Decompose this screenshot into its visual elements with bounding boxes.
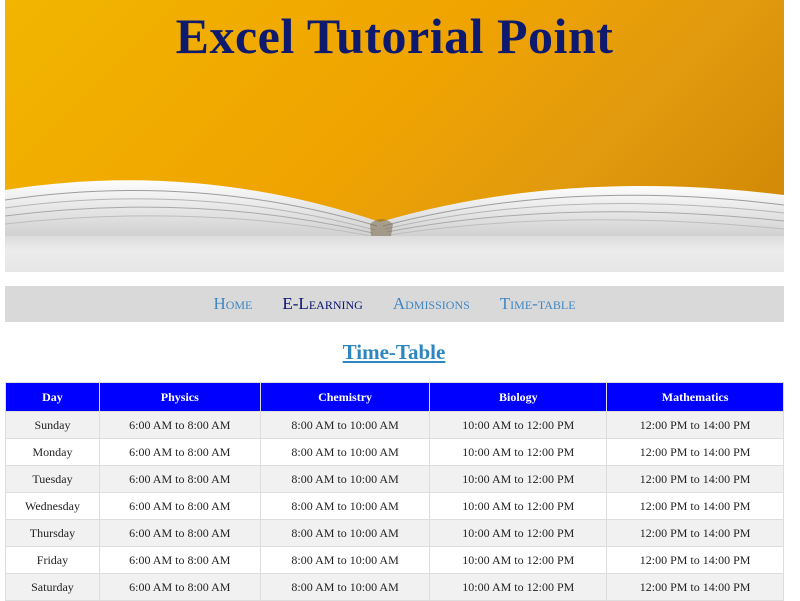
cell-day: Friday bbox=[5, 546, 100, 574]
cell-chemistry: 8:00 AM to 10:00 AM bbox=[259, 438, 431, 466]
cell-physics: 6:00 AM to 8:00 AM bbox=[98, 411, 261, 439]
cell-day: Monday bbox=[5, 438, 100, 466]
table-row: Saturday 6:00 AM to 8:00 AM 8:00 AM to 1… bbox=[5, 573, 784, 601]
cell-day: Wednesday bbox=[5, 492, 100, 520]
nav-admissions[interactable]: Admissions bbox=[391, 294, 472, 314]
cell-day: Sunday bbox=[5, 411, 100, 439]
header-biology: Biology bbox=[429, 382, 608, 412]
cell-chemistry: 8:00 AM to 10:00 AM bbox=[259, 492, 431, 520]
cell-biology: 10:00 AM to 12:00 PM bbox=[429, 573, 608, 601]
cell-chemistry: 8:00 AM to 10:00 AM bbox=[259, 411, 431, 439]
table-header-row: Day Physics Chemistry Biology Mathematic… bbox=[5, 382, 784, 412]
cell-biology: 10:00 AM to 12:00 PM bbox=[429, 492, 608, 520]
cell-physics: 6:00 AM to 8:00 AM bbox=[98, 492, 261, 520]
navbar: Home E-Learning Admissions Time-table bbox=[5, 286, 784, 322]
cell-mathematics: 12:00 PM to 14:00 PM bbox=[606, 519, 784, 547]
cell-physics: 6:00 AM to 8:00 AM bbox=[98, 519, 261, 547]
header-banner: Excel Tutorial Point bbox=[5, 0, 784, 272]
cell-mathematics: 12:00 PM to 14:00 PM bbox=[606, 411, 784, 439]
cell-chemistry: 8:00 AM to 10:00 AM bbox=[259, 465, 431, 493]
nav-time-table[interactable]: Time-table bbox=[498, 294, 578, 314]
cell-day: Tuesday bbox=[5, 465, 100, 493]
cell-biology: 10:00 AM to 12:00 PM bbox=[429, 519, 608, 547]
site-title: Excel Tutorial Point bbox=[175, 8, 614, 64]
timetable: Day Physics Chemistry Biology Mathematic… bbox=[5, 382, 784, 601]
cell-biology: 10:00 AM to 12:00 PM bbox=[429, 546, 608, 574]
table-row: Tuesday 6:00 AM to 8:00 AM 8:00 AM to 10… bbox=[5, 465, 784, 493]
table-row: Thursday 6:00 AM to 8:00 AM 8:00 AM to 1… bbox=[5, 519, 784, 547]
header-mathematics: Mathematics bbox=[606, 382, 784, 412]
cell-physics: 6:00 AM to 8:00 AM bbox=[98, 573, 261, 601]
table-row: Sunday 6:00 AM to 8:00 AM 8:00 AM to 10:… bbox=[5, 411, 784, 439]
cell-mathematics: 12:00 PM to 14:00 PM bbox=[606, 438, 784, 466]
table-row: Monday 6:00 AM to 8:00 AM 8:00 AM to 10:… bbox=[5, 438, 784, 466]
cell-mathematics: 12:00 PM to 14:00 PM bbox=[606, 546, 784, 574]
cell-biology: 10:00 AM to 12:00 PM bbox=[429, 411, 608, 439]
cell-mathematics: 12:00 PM to 14:00 PM bbox=[606, 573, 784, 601]
cell-biology: 10:00 AM to 12:00 PM bbox=[429, 438, 608, 466]
nav-home[interactable]: Home bbox=[211, 294, 254, 314]
cell-chemistry: 8:00 AM to 10:00 AM bbox=[259, 573, 431, 601]
header-day: Day bbox=[5, 382, 100, 412]
cell-chemistry: 8:00 AM to 10:00 AM bbox=[259, 519, 431, 547]
banner-tabletop bbox=[5, 236, 784, 272]
page-heading: Time-Table bbox=[342, 340, 446, 364]
cell-chemistry: 8:00 AM to 10:00 AM bbox=[259, 546, 431, 574]
header-chemistry: Chemistry bbox=[259, 382, 431, 412]
table-row: Friday 6:00 AM to 8:00 AM 8:00 AM to 10:… bbox=[5, 546, 784, 574]
cell-mathematics: 12:00 PM to 14:00 PM bbox=[606, 492, 784, 520]
cell-biology: 10:00 AM to 12:00 PM bbox=[429, 465, 608, 493]
cell-physics: 6:00 AM to 8:00 AM bbox=[98, 465, 261, 493]
header-physics: Physics bbox=[98, 382, 261, 412]
cell-day: Saturday bbox=[5, 573, 100, 601]
table-row: Wednesday 6:00 AM to 8:00 AM 8:00 AM to … bbox=[5, 492, 784, 520]
nav-e-learning[interactable]: E-Learning bbox=[280, 294, 364, 314]
cell-physics: 6:00 AM to 8:00 AM bbox=[98, 438, 261, 466]
cell-physics: 6:00 AM to 8:00 AM bbox=[98, 546, 261, 574]
cell-mathematics: 12:00 PM to 14:00 PM bbox=[606, 465, 784, 493]
cell-day: Thursday bbox=[5, 519, 100, 547]
